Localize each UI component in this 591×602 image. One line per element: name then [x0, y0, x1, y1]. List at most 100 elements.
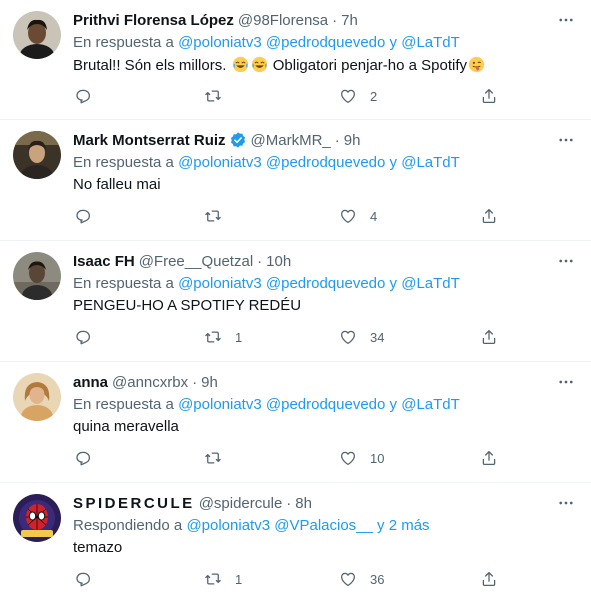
mention-link[interactable]: @poloniatv3: [178, 154, 262, 171]
like-count: 36: [370, 571, 385, 587]
author-name[interactable]: anna: [73, 374, 108, 391]
reply-prefix: En respuesta a: [73, 154, 174, 171]
reply-button[interactable]: [74, 569, 105, 589]
author-handle[interactable]: @Free__Quetzal: [139, 253, 253, 270]
like-count: 34: [370, 329, 385, 345]
mention-conjunction: y: [389, 396, 398, 413]
tweet-header: SPIDERCULE @spidercule · 8h: [73, 493, 312, 513]
retweet-button[interactable]: [204, 206, 235, 226]
mention-link[interactable]: 2 más: [389, 517, 430, 534]
retweet-button[interactable]: [204, 86, 235, 106]
mention-link[interactable]: @poloniatv3: [178, 396, 262, 413]
mention-link[interactable]: @pedrodquevedo: [266, 275, 386, 292]
avatar[interactable]: [13, 252, 61, 300]
heart-icon: [340, 451, 356, 466]
mention-conjunction: y: [389, 275, 398, 292]
tweet[interactable]: SPIDERCULE @spidercule · 8h Respondiendo…: [0, 483, 591, 601]
reply-icon: [76, 451, 91, 466]
reply-icon: [76, 572, 91, 587]
mention-link[interactable]: @VPalacios__: [274, 517, 373, 534]
reply-button[interactable]: [74, 206, 105, 226]
more-horizontal-icon[interactable]: [555, 371, 577, 393]
reply-icon: [76, 209, 91, 224]
retweet-button[interactable]: [204, 448, 235, 468]
more-horizontal-icon[interactable]: [555, 250, 577, 272]
mention-link[interactable]: @LaTdT: [401, 275, 460, 292]
tweet-header: Isaac FH @Free__Quetzal · 10h: [73, 251, 291, 271]
more-horizontal-icon[interactable]: [555, 129, 577, 151]
reply-context: Respondiendo a @poloniatv3 @VPalacios__ …: [73, 517, 430, 534]
like-count: 4: [370, 208, 378, 224]
reply-prefix: En respuesta a: [73, 34, 174, 51]
author-name[interactable]: Isaac FH: [73, 253, 135, 270]
separator-dot: ·: [192, 373, 198, 391]
mention-link[interactable]: @LaTdT: [401, 154, 460, 171]
heart-icon: [340, 209, 356, 224]
timestamp[interactable]: 8h: [295, 495, 312, 512]
timestamp[interactable]: 9h: [344, 132, 361, 149]
avatar[interactable]: [13, 373, 61, 421]
tweet-text: quina meravella: [73, 418, 179, 435]
reply-context: En respuesta a @poloniatv3 @pedrodqueved…: [73, 275, 460, 292]
reply-prefix: En respuesta a: [73, 275, 174, 292]
avatar[interactable]: [13, 131, 61, 179]
more-horizontal-icon[interactable]: [555, 9, 577, 31]
heart-icon: [340, 89, 356, 104]
like-button[interactable]: 4: [339, 206, 377, 226]
avatar[interactable]: [13, 11, 61, 59]
retweet-button[interactable]: 1: [204, 327, 242, 347]
timestamp[interactable]: 7h: [341, 12, 358, 29]
retweet-icon: [205, 210, 221, 222]
share-button[interactable]: [480, 86, 498, 106]
more-horizontal-icon[interactable]: [555, 492, 577, 514]
mention-link[interactable]: @pedrodquevedo: [266, 154, 386, 171]
retweet-icon: [205, 573, 221, 585]
author-handle[interactable]: @anncxrbx: [112, 374, 188, 391]
reply-button[interactable]: [74, 327, 105, 347]
share-button[interactable]: [480, 448, 498, 468]
share-icon: [482, 88, 496, 104]
author-name[interactable]: SPIDERCULE: [73, 495, 195, 512]
reply-context: En respuesta a @poloniatv3 @pedrodqueved…: [73, 34, 460, 51]
mention-link[interactable]: @pedrodquevedo: [266, 34, 386, 51]
author-handle[interactable]: @MarkMR_: [251, 132, 331, 149]
author-handle[interactable]: @98Florensa: [238, 12, 328, 29]
author-name[interactable]: Mark Montserrat Ruiz: [73, 132, 226, 149]
timestamp[interactable]: 9h: [201, 374, 218, 391]
reply-button[interactable]: [74, 86, 105, 106]
mention-conjunction: y: [389, 154, 398, 171]
reply-icon: [76, 330, 91, 345]
mention-link[interactable]: @LaTdT: [401, 396, 460, 413]
separator-dot: ·: [257, 252, 263, 270]
author-handle[interactable]: @spidercule: [199, 495, 283, 512]
avatar[interactable]: [13, 494, 61, 542]
tweet-text: PENGEU-HO A SPOTIFY REDÉU: [73, 297, 302, 314]
tweet[interactable]: Isaac FH @Free__Quetzal · 10h En respues…: [0, 241, 591, 362]
tweet[interactable]: anna @anncxrbx · 9h En respuesta a @polo…: [0, 362, 591, 483]
mention-link[interactable]: @poloniatv3: [178, 275, 262, 292]
like-button[interactable]: 34: [339, 327, 384, 347]
mention-link[interactable]: @poloniatv3: [178, 34, 262, 51]
tweet-actions: 4: [0, 206, 591, 226]
mention-link[interactable]: @LaTdT: [401, 34, 460, 51]
share-icon: [482, 571, 496, 587]
share-button[interactable]: [480, 327, 498, 347]
tweet[interactable]: Mark Montserrat Ruiz @MarkMR_ · 9h En re…: [0, 120, 591, 241]
timestamp[interactable]: 10h: [266, 253, 291, 270]
reply-button[interactable]: [74, 448, 105, 468]
retweet-button[interactable]: 1: [204, 569, 242, 589]
share-button[interactable]: [480, 206, 498, 226]
tweet-actions: 2: [0, 86, 591, 106]
like-button[interactable]: 10: [339, 448, 384, 468]
author-name[interactable]: Prithvi Florensa López: [73, 12, 234, 29]
reply-context: En respuesta a @poloniatv3 @pedrodqueved…: [73, 396, 460, 413]
tweet-actions: 10: [0, 448, 591, 468]
mention-link[interactable]: @pedrodquevedo: [266, 396, 386, 413]
mention-link[interactable]: @poloniatv3: [186, 517, 270, 534]
like-button[interactable]: 36: [339, 569, 384, 589]
reply-prefix: Respondiendo a: [73, 517, 183, 534]
like-button[interactable]: 2: [339, 86, 377, 106]
share-button[interactable]: [480, 569, 498, 589]
tweet[interactable]: Prithvi Florensa López @98Florensa · 7h …: [0, 0, 591, 120]
retweet-icon: [205, 452, 221, 464]
